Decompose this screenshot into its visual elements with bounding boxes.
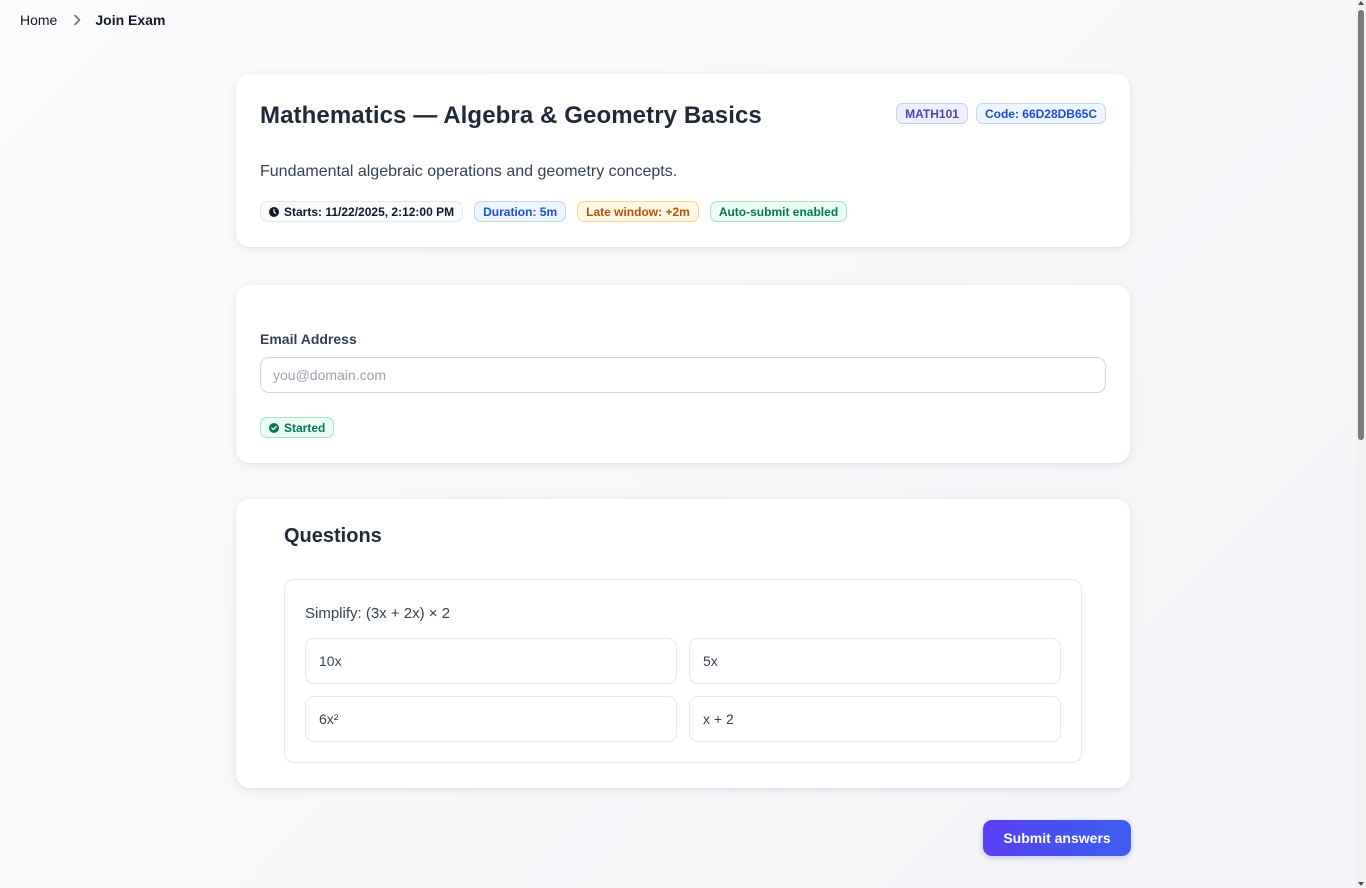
course-code-badge: MATH101 (896, 103, 968, 124)
email-card: Email Address Started (236, 285, 1130, 463)
submit-answers-button[interactable]: Submit answers (983, 820, 1131, 856)
question-item: Simplify: (3x + 2x) × 2 10x 5x 6x² x + 2 (284, 579, 1082, 763)
scrollbar-thumb[interactable] (1358, 10, 1364, 440)
answer-option[interactable]: 10x (305, 638, 677, 684)
exam-title: Mathematics — Algebra & Geometry Basics (260, 102, 762, 129)
answer-option[interactable]: 5x (689, 638, 1061, 684)
start-time-text: Starts: 11/22/2025, 2:12:00 PM (284, 204, 455, 219)
breadcrumb-home-link[interactable]: Home (20, 12, 57, 28)
start-time-badge: Starts: 11/22/2025, 2:12:00 PM (260, 201, 464, 222)
questions-card: Questions Simplify: (3x + 2x) × 2 10x 5x… (236, 499, 1130, 788)
email-input[interactable] (260, 357, 1106, 393)
chevron-right-icon (73, 14, 81, 26)
duration-badge: Duration: 5m (474, 201, 567, 222)
exam-code-badges: MATH101 Code: 66D28DB65C (896, 103, 1106, 124)
auto-submit-badge: Auto-submit enabled (709, 201, 848, 222)
check-circle-icon (269, 422, 279, 433)
exam-info-card: Mathematics — Algebra & Geometry Basics … (236, 74, 1130, 247)
questions-heading: Questions (284, 525, 382, 547)
breadcrumb-current: Join Exam (95, 12, 166, 28)
answer-option[interactable]: x + 2 (689, 696, 1061, 742)
question-text: Simplify: (3x + 2x) × 2 (305, 605, 451, 622)
email-label: Email Address (260, 331, 357, 347)
breadcrumb: Home Join Exam (20, 12, 165, 28)
scroll-down-arrow-icon[interactable] (1358, 882, 1364, 886)
exam-description: Fundamental algebraic operations and geo… (260, 163, 678, 180)
answer-options: 10x 5x 6x² x + 2 (305, 638, 1061, 742)
status-badge: Started (260, 417, 335, 438)
late-window-badge: Late window: +2m (577, 201, 699, 222)
scroll-up-arrow-icon[interactable] (1358, 1, 1364, 5)
answer-option[interactable]: 6x² (305, 696, 677, 742)
exam-meta-badges: Starts: 11/22/2025, 2:12:00 PM Duration:… (260, 201, 848, 222)
exam-code-badge: Code: 66D28DB65C (975, 103, 1106, 124)
status-label: Started (284, 420, 326, 435)
vertical-scrollbar[interactable] (1356, 0, 1366, 888)
clock-icon (269, 206, 279, 217)
